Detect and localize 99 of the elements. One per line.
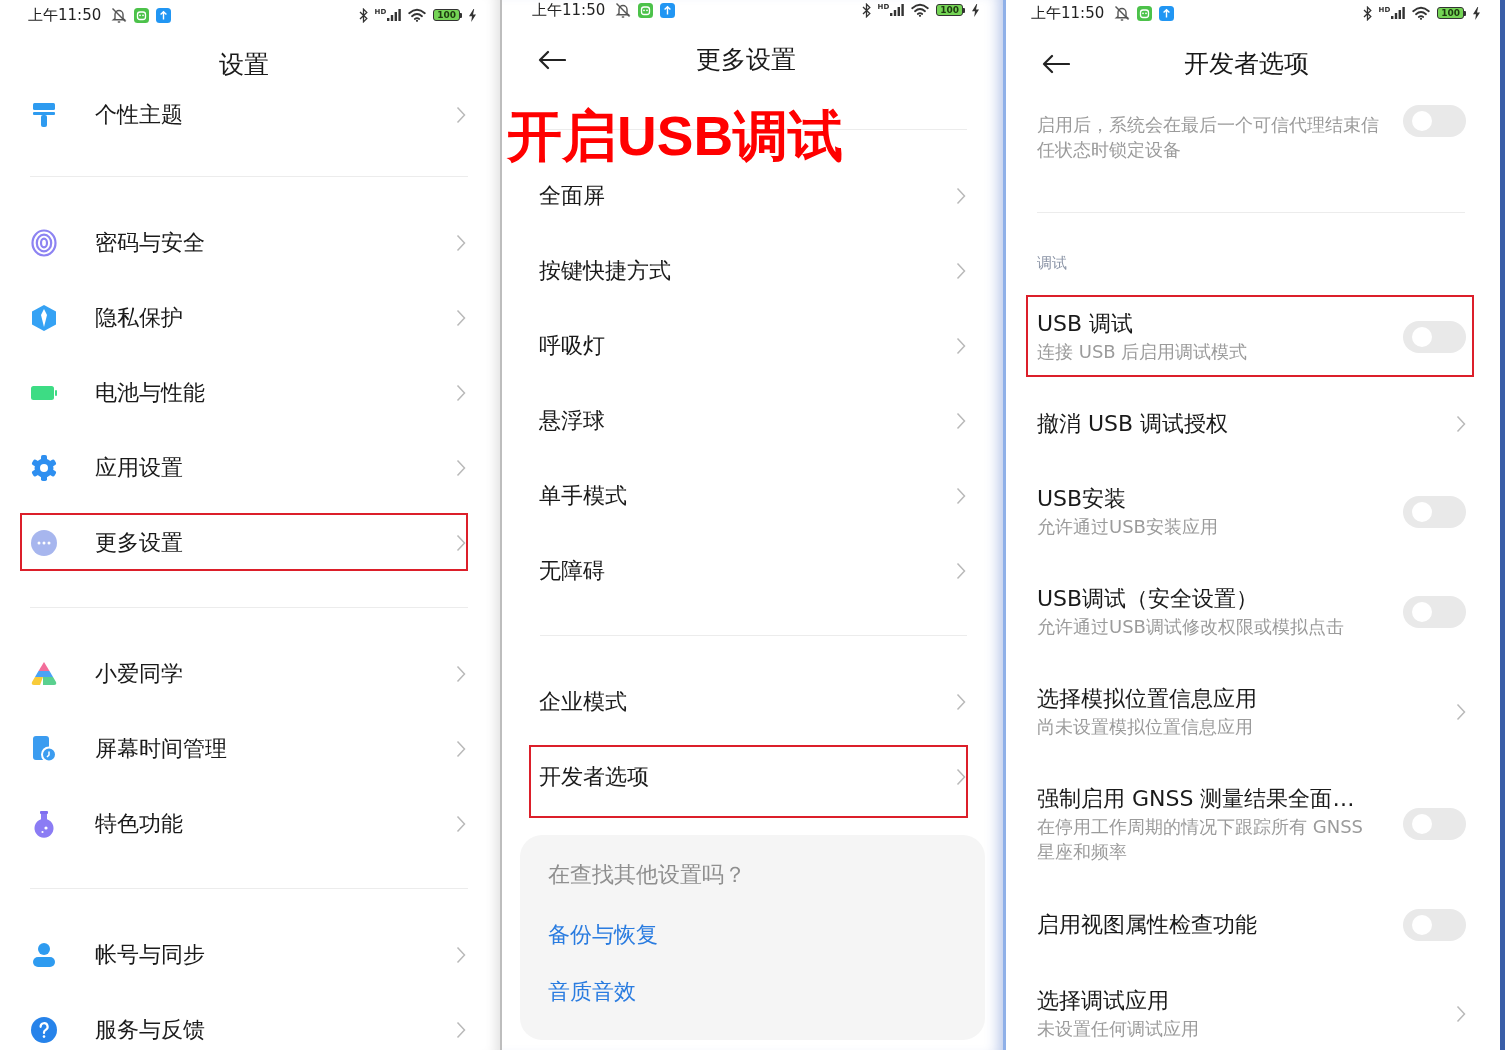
signal-icon — [1391, 7, 1406, 19]
menu-item[interactable]: 悬浮球 — [539, 405, 605, 436]
back-arrow-icon[interactable] — [1042, 54, 1070, 74]
status-time: 上午11:50 — [1031, 4, 1105, 22]
menu-item[interactable]: USB安装 — [1037, 484, 1127, 514]
item-description: 未设置任何调试应用 — [1037, 1017, 1199, 1041]
menu-item[interactable]: 呼吸灯 — [539, 330, 605, 361]
menu-item[interactable]: 开发者选项 — [539, 761, 649, 792]
suggestion-link[interactable]: 备份与恢复 — [548, 920, 658, 950]
screen-title: 设置 — [218, 50, 269, 80]
fingerprint-icon — [30, 228, 58, 257]
gear-icon — [30, 453, 58, 482]
menu-item[interactable]: 单手模式 — [539, 480, 627, 511]
battery-indicator: 100 — [433, 9, 462, 21]
menu-item[interactable]: 无障碍 — [539, 555, 605, 586]
chevron-icon — [456, 739, 466, 758]
battery-indicator: 100 — [936, 4, 965, 16]
menu-item[interactable]: USB 调试 — [1037, 309, 1134, 339]
menu-item[interactable]: 屏幕时间管理 — [95, 733, 227, 764]
chevron-icon — [956, 411, 966, 430]
wifi-icon — [1412, 6, 1431, 20]
status-time: 上午11:50 — [28, 6, 102, 24]
menu-item[interactable]: 强制启用 GNSS 测量结果全面… — [1037, 784, 1355, 814]
app-face-icon — [1137, 5, 1153, 21]
muted-bell-icon — [615, 2, 632, 18]
chevron-icon — [956, 261, 966, 280]
charging-bolt-icon — [972, 3, 979, 17]
chevron-icon — [956, 767, 966, 786]
menu-item[interactable]: 启用视图属性检查功能 — [1037, 910, 1257, 940]
more-icon — [30, 528, 58, 557]
chevron-icon — [456, 458, 466, 477]
chevron-icon — [456, 233, 466, 252]
brush-icon — [30, 100, 58, 129]
chevron-icon — [456, 1020, 466, 1039]
bluetooth-icon — [358, 7, 368, 23]
phone-clock-icon — [30, 734, 58, 763]
chevron-icon — [956, 486, 966, 505]
suggestion-prompt: 在查找其他设置吗？ — [548, 861, 746, 889]
up-arrow-tile-icon — [1159, 5, 1175, 21]
bluetooth-icon — [861, 2, 871, 18]
screen-title: 开发者选项 — [1184, 49, 1309, 79]
chevron-icon — [456, 664, 466, 683]
menu-item[interactable]: 撤消 USB 调试授权 — [1037, 409, 1229, 439]
chevron-icon — [456, 945, 466, 964]
signal-icon — [387, 9, 402, 21]
wifi-icon — [408, 8, 427, 22]
muted-bell-icon — [1114, 5, 1131, 21]
suggestion-link[interactable]: 音质音效 — [548, 977, 636, 1007]
muted-bell-icon — [111, 7, 128, 23]
menu-item[interactable]: 特色功能 — [95, 808, 183, 839]
chevron-icon — [456, 383, 466, 402]
menu-item[interactable]: 隐私保护 — [95, 302, 183, 333]
chevron-icon — [456, 105, 466, 124]
chevron-icon — [956, 186, 966, 205]
up-arrow-tile-icon — [156, 7, 172, 23]
chevron-icon — [1456, 1004, 1466, 1023]
menu-item[interactable]: 全面屏 — [539, 180, 605, 211]
chevron-icon — [956, 336, 966, 355]
section-header: 调试 — [1036, 252, 1068, 274]
charging-bolt-icon — [469, 8, 476, 22]
shield-icon — [30, 303, 58, 332]
chevron-icon — [956, 692, 966, 711]
app-face-icon — [134, 7, 150, 23]
screen-title: 更多设置 — [696, 45, 796, 75]
wifi-icon — [911, 3, 930, 17]
menu-item[interactable]: 帐号与同步 — [95, 939, 205, 970]
menu-item[interactable]: 选择调试应用 — [1037, 986, 1169, 1016]
item-description: 连接 USB 后启用调试模式 — [1037, 340, 1248, 364]
chevron-icon — [1456, 415, 1466, 433]
chevron-icon — [456, 814, 466, 833]
chevron-icon — [1456, 702, 1466, 721]
item-description: 允许通过USB调试修改权限或模拟点击 — [1037, 615, 1344, 639]
chevron-icon — [956, 561, 966, 580]
chevron-icon — [456, 533, 466, 552]
menu-item[interactable]: 选择模拟位置信息应用 — [1037, 684, 1257, 714]
menu-item[interactable]: 企业模式 — [539, 686, 627, 717]
item-description: 允许通过USB安装应用 — [1037, 515, 1218, 539]
chevron-icon — [456, 308, 466, 327]
menu-item[interactable]: 服务与反馈 — [95, 1014, 205, 1045]
signal-icon — [890, 4, 905, 16]
menu-item[interactable]: 按键快捷方式 — [539, 255, 671, 286]
bluetooth-icon — [1362, 5, 1372, 21]
menu-item[interactable]: 密码与安全 — [95, 227, 205, 258]
charging-bolt-icon — [1473, 6, 1480, 20]
status-time: 上午11:50 — [532, 1, 606, 19]
annotation-text: 开启USB调试 — [507, 108, 844, 165]
back-arrow-icon[interactable] — [538, 50, 566, 70]
menu-item[interactable]: 更多设置 — [95, 527, 183, 558]
menu-item[interactable]: 电池与性能 — [95, 377, 205, 408]
item-description: 启用后，系统会在最后一个可信代理结束信任状态时锁定设备 — [1037, 113, 1380, 162]
menu-item[interactable]: USB调试（安全设置） — [1037, 584, 1259, 614]
help-icon — [30, 1015, 58, 1044]
battery-indicator: 100 — [1437, 7, 1466, 19]
menu-item[interactable]: 个性主题 — [95, 99, 183, 130]
menu-item[interactable]: 应用设置 — [95, 452, 183, 483]
menu-item[interactable]: 小爱同学 — [95, 658, 183, 689]
item-description: 尚未设置模拟位置信息应用 — [1037, 715, 1253, 739]
person-icon — [30, 940, 58, 969]
item-description: 在停用工作周期的情况下跟踪所有 GNSS 星座和频率 — [1037, 815, 1364, 864]
